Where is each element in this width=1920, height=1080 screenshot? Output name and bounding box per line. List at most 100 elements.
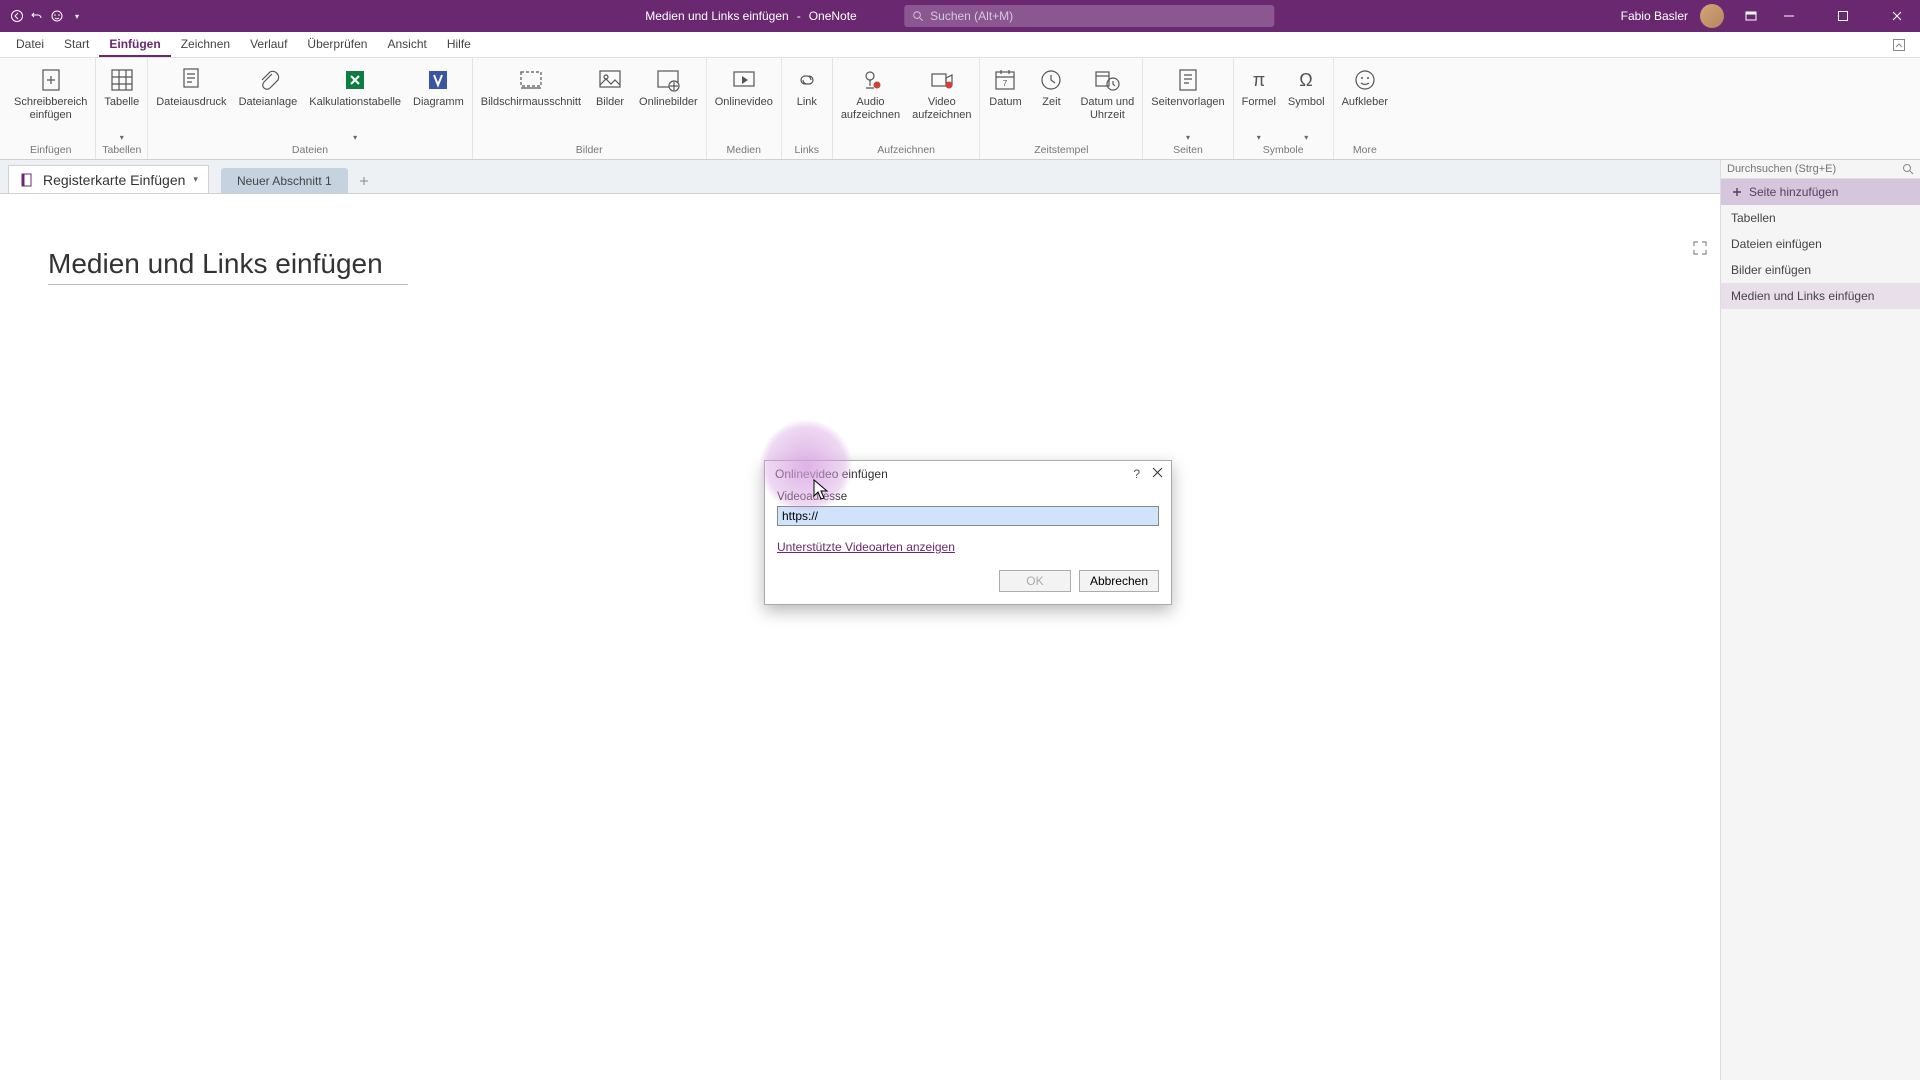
chevron-down-icon: ▾ (353, 136, 357, 141)
back-icon[interactable] (10, 9, 24, 23)
add-section-button[interactable] (352, 169, 376, 193)
chevron-down-icon: ▾ (193, 174, 198, 185)
online-video-icon (730, 66, 758, 94)
menubar: DateiStartEinfügenZeichnenVerlaufÜberprü… (0, 32, 1920, 58)
ribbon-link-button[interactable]: Link (784, 62, 830, 134)
search-box[interactable] (905, 5, 1275, 27)
ribbon-sticker-button[interactable]: Aufkleber (1336, 62, 1394, 134)
ribbon-screenclip-button[interactable]: Bildschirmausschnitt (475, 62, 587, 134)
group-label: Bilder (475, 142, 704, 159)
video-rec-icon (928, 66, 956, 94)
ribbon-group-aufzeichnen: AudioaufzeichnenVideoaufzeichnenAufzeich… (833, 58, 981, 159)
page-search[interactable] (1721, 160, 1920, 179)
supported-videos-link[interactable]: Unterstützte Videoarten anzeigen (777, 540, 955, 554)
chevron-down-icon: ▾ (1186, 136, 1190, 141)
symbol-icon: Ω (1292, 66, 1320, 94)
page-item[interactable]: Dateien einfügen (1721, 231, 1920, 257)
ribbon-group-symbole: πFormel▾ΩSymbol▾Symbole (1234, 58, 1334, 159)
collapse-ribbon-button[interactable] (1884, 34, 1914, 56)
group-label: Zeitstempel (982, 142, 1140, 159)
touch-icon[interactable] (50, 9, 64, 23)
ribbon-time-button[interactable]: Zeit (1028, 62, 1074, 134)
ribbon-group-bilder: BildschirmausschnittBilderOnlinebilderBi… (473, 58, 707, 159)
undo-icon[interactable] (30, 9, 44, 23)
group-label: Tabellen (98, 142, 145, 159)
dialog-close-button[interactable] (1152, 467, 1163, 481)
insert-space-icon (37, 66, 65, 94)
group-label: Links (784, 142, 830, 159)
ribbon-datetime-button[interactable]: Datum undUhrzeit (1074, 62, 1140, 134)
close-button[interactable] (1874, 0, 1920, 32)
menu-datei[interactable]: Datei (6, 33, 54, 57)
cancel-button[interactable]: Abbrechen (1079, 570, 1159, 592)
menu-überprüfen[interactable]: Überprüfen (297, 33, 377, 57)
avatar[interactable] (1700, 4, 1724, 28)
screenclip-icon (517, 66, 545, 94)
ribbon-insert-space-button[interactable]: Schreibbereicheinfügen (8, 62, 93, 134)
menu-einfügen[interactable]: Einfügen (99, 33, 170, 57)
page-item[interactable]: Tabellen (1721, 205, 1920, 231)
section-tab[interactable]: Neuer Abschnitt 1 (221, 168, 348, 193)
ribbon-table-button[interactable]: Tabelle▾ (98, 62, 145, 141)
ok-button[interactable]: OK (999, 570, 1071, 592)
ribbon-symbol-button[interactable]: ΩSymbol▾ (1282, 62, 1331, 141)
ribbon-picture-button[interactable]: Bilder (587, 62, 633, 134)
menu-zeichnen[interactable]: Zeichnen (171, 33, 240, 57)
ribbon-equation-button[interactable]: πFormel▾ (1236, 62, 1282, 141)
ribbon-audio-button[interactable]: Audioaufzeichnen (835, 62, 906, 134)
add-page-label: Seite hinzufügen (1749, 185, 1838, 199)
titlebar: ▾ Medien und Links einfügen - OneNote Fa… (0, 0, 1920, 32)
sticker-icon (1351, 66, 1379, 94)
menu-ansicht[interactable]: Ansicht (377, 33, 436, 57)
dialog-help-button[interactable]: ? (1133, 467, 1140, 481)
ribbon-group-more: Aufkleber More (1334, 58, 1396, 159)
dialog-body: Videoadresse Unterstützte Videoarten anz… (765, 485, 1171, 604)
ribbon-display-icon[interactable] (1744, 9, 1758, 23)
page-item[interactable]: Medien und Links einfügen (1721, 283, 1920, 309)
ribbon-online-video-button[interactable]: Onlinevideo (709, 62, 779, 134)
page-panel: Seite hinzufügen TabellenDateien einfüge… (1720, 160, 1920, 1080)
expand-page-icon[interactable] (1692, 240, 1708, 256)
ribbon-date-button[interactable]: 7Datum (982, 62, 1028, 134)
menu-verlauf[interactable]: Verlauf (240, 33, 297, 57)
maximize-button[interactable] (1820, 0, 1866, 32)
online-picture-icon (654, 66, 682, 94)
search-icon (913, 10, 924, 22)
ribbon-group-einfügen: SchreibbereicheinfügenEinfügen (6, 58, 96, 159)
chevron-down-icon: ▾ (1304, 136, 1308, 141)
group-label: More (1336, 142, 1394, 159)
search-icon (1902, 163, 1914, 175)
ribbon-spreadsheet-button[interactable]: Kalkulationstabelle▾ (303, 62, 407, 141)
page-search-input[interactable] (1727, 163, 1898, 175)
ribbon-group-medien: Onlinevideo Medien (707, 58, 782, 159)
quick-access-toolbar: ▾ (0, 9, 84, 23)
menu-start[interactable]: Start (54, 33, 99, 57)
group-label: Medien (709, 142, 779, 159)
ribbon-file-printout-button[interactable]: Dateiausdruck (150, 62, 232, 134)
ribbon-online-picture-button[interactable]: Onlinebilder (633, 62, 704, 134)
audio-icon (856, 66, 884, 94)
dialog-title-text: Onlinevideo einfügen (775, 467, 888, 481)
add-page-button[interactable]: Seite hinzufügen (1721, 179, 1920, 205)
page-title[interactable]: Medien und Links einfügen (48, 248, 408, 285)
ribbon-visio-button[interactable]: Diagramm (407, 62, 470, 134)
date-icon: 7 (991, 66, 1019, 94)
attachment-icon (254, 66, 282, 94)
video-address-input[interactable] (777, 506, 1159, 526)
qat-dropdown-icon[interactable]: ▾ (70, 9, 84, 23)
online-video-dialog: Onlinevideo einfügen ? Videoadresse Unte… (764, 460, 1172, 605)
minimize-button[interactable] (1766, 0, 1812, 32)
canvas[interactable]: Medien und Links einfügen (0, 194, 1720, 1080)
page-item[interactable]: Bilder einfügen (1721, 257, 1920, 283)
ribbon-video-rec-button[interactable]: Videoaufzeichnen (906, 62, 977, 134)
menu-hilfe[interactable]: Hilfe (437, 33, 481, 57)
ribbon: SchreibbereicheinfügenEinfügenTabelle▾Ta… (0, 58, 1920, 160)
plus-icon (1731, 186, 1743, 198)
search-input[interactable] (930, 9, 1267, 23)
section-name: Neuer Abschnitt 1 (237, 174, 332, 188)
notebook-selector[interactable]: Registerkarte Einfügen ▾ (8, 165, 209, 193)
ribbon-template-button[interactable]: Seitenvorlagen▾ (1145, 62, 1230, 141)
user-name[interactable]: Fabio Basler (1621, 9, 1692, 23)
chevron-down-icon: ▾ (120, 136, 124, 141)
ribbon-attachment-button[interactable]: Dateianlage (233, 62, 304, 134)
